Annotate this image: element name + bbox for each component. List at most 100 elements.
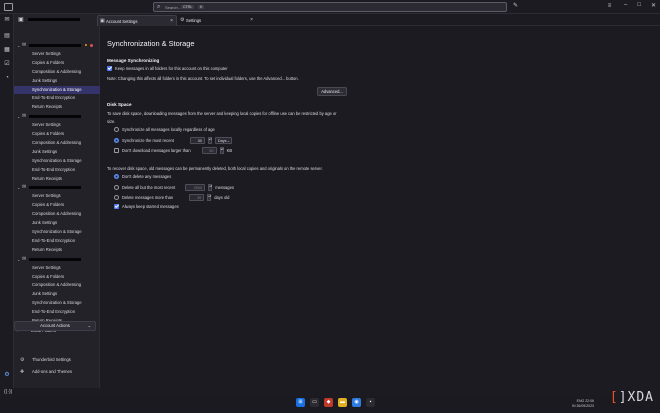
sidebar-item-receipts[interactable]: Return Receipts — [14, 175, 100, 184]
tray-lang: ENG — [576, 399, 585, 403]
sync-all-radio[interactable] — [114, 127, 119, 132]
sidebar-item-composition[interactable]: Composition & Addressing — [14, 139, 100, 148]
pencil-icon[interactable]: ✎ — [511, 2, 520, 11]
account-row[interactable]: ⌄ ✉ — [14, 41, 100, 50]
sidebar-item-server-settings[interactable]: Server Settings — [14, 50, 100, 59]
search-input[interactable]: Search... — [165, 5, 181, 10]
spinner-icon[interactable]: ▴▾ — [207, 137, 212, 144]
spinner-icon[interactable]: ▴▾ — [219, 147, 224, 154]
sidebar-item-e2e[interactable]: End-To-End Encryption — [14, 308, 100, 317]
dont-delete-option[interactable]: Don't delete any messages — [114, 174, 171, 179]
address-book-icon[interactable]: ▤ — [3, 32, 11, 40]
delete-all-but-input[interactable]: 2000 — [185, 184, 206, 191]
account-tree-sidebar: ▣ ⌄ ✉ Server Settings Copies & Folders C… — [14, 14, 100, 388]
sidebar-item-copies-folders[interactable]: Copies & Folders — [14, 130, 100, 139]
envelope-icon: ✉ — [22, 42, 27, 48]
sync-recent-label: Synchronize the most recent — [122, 138, 174, 143]
mail-icon[interactable]: ✉ — [3, 16, 11, 24]
sidebar-item-copies-folders[interactable]: Copies & Folders — [14, 59, 100, 68]
delete-all-but-unit: messages — [215, 185, 234, 190]
settings-gear-icon[interactable]: ⚙ — [3, 371, 11, 379]
delete-older-unit: days old — [214, 195, 230, 200]
delete-older-input[interactable]: 30 — [189, 194, 205, 201]
chevron-down-icon[interactable]: ⌄ — [17, 114, 20, 119]
taskbar-app-icon[interactable]: ▪ — [366, 398, 375, 407]
delete-all-but-option[interactable]: Delete all but the most recent 2000 ▴▾ me… — [114, 184, 234, 191]
sidebar-item-composition[interactable]: Composition & Addressing — [14, 210, 100, 219]
addons-themes-link[interactable]: ✚ Add-ons and Themes — [14, 367, 100, 377]
chevron-down-icon[interactable]: ⌄ — [17, 43, 20, 48]
file-explorer-icon[interactable]: ▬ — [338, 398, 347, 407]
spaces-toolbar-icon[interactable] — [4, 3, 13, 11]
sync-recent-input[interactable]: 30 — [189, 137, 205, 144]
account-row[interactable]: ⌄ ✉ — [14, 183, 100, 192]
sync-recent-radio[interactable] — [114, 138, 119, 143]
gear-icon: ⚙ — [20, 357, 25, 363]
dont-download-checkbox[interactable] — [114, 148, 119, 153]
dont-download-input[interactable]: 50 — [201, 147, 217, 154]
disk-space-description-cont: size. — [107, 119, 116, 124]
sidebar-item-e2e[interactable]: End-To-End Encryption — [14, 237, 100, 246]
global-search[interactable]: ⌕ Search... CTRL K — [153, 2, 507, 12]
keep-starred-option[interactable]: Always keep starred messages — [114, 204, 179, 209]
task-view-icon[interactable]: ▭ — [310, 398, 319, 407]
delete-all-but-radio[interactable] — [114, 185, 119, 190]
sidebar-item-e2e[interactable]: End-To-End Encryption — [14, 94, 100, 103]
calendar-icon[interactable]: ▦ — [3, 46, 11, 54]
puzzle-icon: ✚ — [20, 369, 25, 375]
close-tab-icon[interactable]: × — [250, 15, 253, 26]
delete-older-radio[interactable] — [114, 195, 119, 200]
menu-icon[interactable]: ≡ — [605, 2, 614, 11]
sidebar-item-sync-storage[interactable]: Synchronization & Storage — [14, 85, 100, 95]
brave-browser-icon[interactable]: ◆ — [324, 398, 333, 407]
sidebar-item-junk[interactable]: Junk Settings — [14, 219, 100, 228]
sidebar-item-receipts[interactable]: Return Receipts — [14, 246, 100, 255]
close-icon[interactable]: ✕ — [651, 2, 656, 9]
windows-start-icon[interactable]: ⊞ — [296, 398, 305, 407]
tab-settings[interactable]: ⚙ Settings × — [178, 15, 256, 26]
sync-all-option[interactable]: Synchronize all messages locally regardl… — [114, 127, 215, 132]
sidebar-item-composition[interactable]: Composition & Addressing — [14, 281, 100, 290]
keep-messages-option[interactable]: Keep messages in all folders for this ac… — [107, 66, 228, 71]
account-row[interactable]: ⌄ ✉ — [14, 112, 100, 121]
sidebar-item-sync-storage[interactable]: Synchronization & Storage — [14, 299, 100, 308]
sidebar-item-junk[interactable]: Junk Settings — [14, 290, 100, 299]
sidebar-item-server-settings[interactable]: Server Settings — [14, 121, 100, 130]
sidebar-item-copies-folders[interactable]: Copies & Folders — [14, 201, 100, 210]
maximize-icon[interactable]: □ — [637, 2, 641, 9]
account-actions-button[interactable]: Account Actions ⌄ — [14, 321, 96, 331]
chat-icon[interactable]: ◔ — [3, 74, 11, 82]
thunderbird-settings-link[interactable]: ⚙ Thunderbird Settings — [14, 355, 100, 365]
delete-older-option[interactable]: Delete messages more than 30 ▴▾ days old — [114, 194, 229, 201]
account-row[interactable]: ⌄ ✉ — [14, 255, 100, 264]
sidebar-item-junk[interactable]: Junk Settings — [14, 148, 100, 157]
sync-recent-option[interactable]: Synchronize the most recent 30 ▴▾ Days ⌄ — [114, 137, 232, 144]
account-header: ▣ — [14, 14, 100, 25]
sidebar-item-composition[interactable]: Composition & Addressing — [14, 68, 100, 77]
system-tray[interactable]: ENG 22:06 IN 26/09/2023 — [572, 399, 594, 408]
disk-space-heading: Disk Space — [107, 102, 132, 107]
sidebar-item-copies-folders[interactable]: Copies & Folders — [14, 273, 100, 282]
spinner-icon[interactable]: ▴▾ — [207, 194, 211, 201]
keep-starred-checkbox[interactable] — [114, 204, 119, 209]
advanced-button[interactable]: Advanced... — [317, 87, 347, 96]
minimize-icon[interactable]: – — [624, 2, 627, 9]
sidebar-item-server-settings[interactable]: Server Settings — [14, 264, 100, 273]
tasks-icon[interactable]: ☑ — [3, 60, 11, 68]
chevron-down-icon[interactable]: ⌄ — [17, 185, 20, 190]
sidebar-item-receipts[interactable]: Return Receipts — [14, 103, 100, 112]
sync-recent-unit-select[interactable]: Days ⌄ — [214, 137, 232, 144]
sidebar-item-server-settings[interactable]: Server Settings — [14, 192, 100, 201]
delete-older-label: Delete messages more than — [122, 195, 174, 200]
thunderbird-icon[interactable]: ◉ — [352, 398, 361, 407]
tab-account-settings[interactable]: ▣ Account Settings × — [97, 15, 177, 26]
sidebar-item-sync-storage[interactable]: Synchronization & Storage — [14, 157, 100, 166]
sidebar-item-junk[interactable]: Junk Settings — [14, 77, 100, 86]
dont-delete-radio[interactable] — [114, 174, 119, 179]
sidebar-item-e2e[interactable]: End-To-End Encryption — [14, 166, 100, 175]
chevron-down-icon[interactable]: ⌄ — [17, 257, 20, 262]
dont-download-option[interactable]: Don't download messages larger than 50 ▴▾… — [114, 147, 232, 154]
spinner-icon[interactable]: ▴▾ — [208, 184, 212, 191]
sidebar-item-sync-storage[interactable]: Synchronization & Storage — [14, 228, 100, 237]
keep-messages-checkbox[interactable] — [107, 66, 112, 71]
